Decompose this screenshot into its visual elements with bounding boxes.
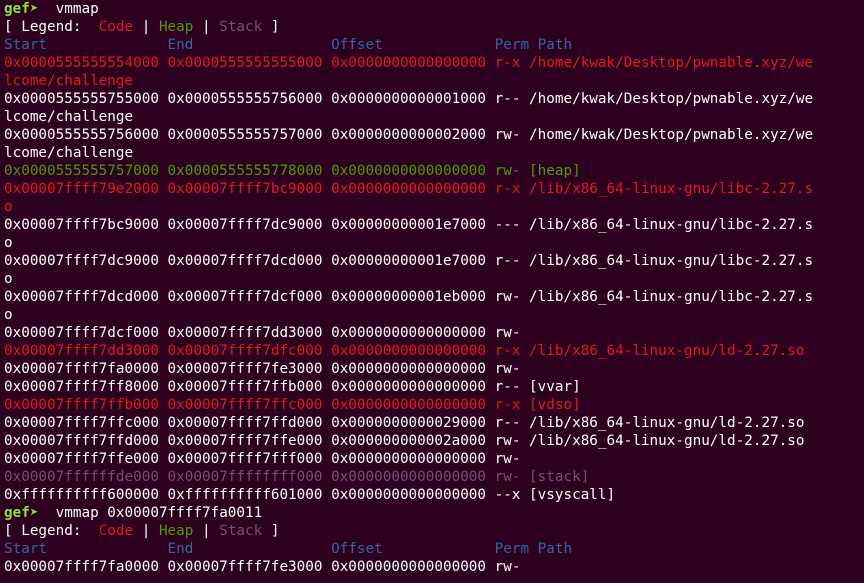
terminal-line: [ Legend: Code | Heap | Stack ] (4, 18, 864, 36)
terminal-text-segment: Heap (158, 523, 194, 539)
terminal-text-segment: gef➤ (4, 505, 56, 521)
terminal-text-segment: 0x00007ffff79e2000 0x00007ffff7bc9000 0x… (4, 181, 814, 197)
terminal-line: gef➤ vmmap (4, 0, 864, 18)
terminal-text-segment: | (193, 19, 220, 35)
terminal-text-segment: 0x0000555555755000 0x0000555555756000 0x… (4, 91, 814, 107)
terminal-line: 0x00007ffff7dd3000 0x00007ffff7dfc000 0x… (4, 342, 864, 360)
terminal-line: 0x00007ffff7dcf000 0x00007ffff7dd3000 0x… (4, 324, 864, 342)
terminal-text-segment: Code (98, 523, 134, 539)
terminal-line: lcome/challenge (4, 144, 864, 162)
terminal-text-segment: Start End Offset Perm Path (4, 541, 573, 557)
terminal-line: 0x00007ffff7ffe000 0x00007ffff7fff000 0x… (4, 450, 864, 468)
terminal-line: 0x00007ffff7ffb000 0x00007ffff7ffc000 0x… (4, 396, 864, 414)
terminal-text-segment: vmmap (55, 1, 99, 17)
terminal-text-segment: 0x00007ffff7ffe000 0x00007ffff7fff000 0x… (4, 451, 521, 467)
terminal-text-segment: 0x0000555555554000 0x0000555555555000 0x… (4, 55, 814, 71)
terminal-text-segment: 0x00007ffff7fa0000 0x00007ffff7fe3000 0x… (4, 361, 521, 377)
terminal-text-segment: o (4, 199, 13, 215)
terminal-text-segment: gef➤ (4, 1, 56, 17)
terminal-line: 0x00007ffff7ffc000 0x00007ffff7ffd000 0x… (4, 414, 864, 432)
terminal-line: 0x00007ffff7ff8000 0x00007ffff7ffb000 0x… (4, 378, 864, 396)
terminal-line: lcome/challenge (4, 72, 864, 90)
terminal-text-segment: Stack (219, 523, 263, 539)
terminal-text-segment: lcome/challenge (4, 145, 134, 161)
terminal-text-segment: Heap (158, 19, 194, 35)
terminal-text-segment: | (193, 523, 220, 539)
terminal-line: gef➤ vmmap 0x00007ffff7fa0011 (4, 504, 864, 522)
terminal-text-segment: 0x00007ffff7dd3000 0x00007ffff7dfc000 0x… (4, 343, 805, 359)
terminal-text-segment: | (133, 19, 159, 35)
terminal-text-segment: 0x00007ffff7ffc000 0x00007ffff7ffd000 0x… (4, 415, 805, 431)
terminal-line: 0x00007ffff79e2000 0x00007ffff7bc9000 0x… (4, 180, 864, 198)
terminal-text-segment: 0x00007ffff7bc9000 0x00007ffff7dc9000 0x… (4, 217, 814, 233)
terminal-line: o (4, 198, 864, 216)
terminal-text-segment: 0x00007ffff7ffb000 0x00007ffff7ffc000 0x… (4, 397, 581, 413)
terminal-line: 0x00007ffff7fa0000 0x00007ffff7fe3000 0x… (4, 360, 864, 378)
terminal-text-segment: 0x00007ffffffde000 0x00007ffffffff000 0x… (4, 469, 590, 485)
terminal-text-segment: 0x0000555555757000 0x0000555555778000 0x… (4, 163, 581, 179)
terminal-text-segment: 0x00007ffff7dc9000 0x00007ffff7dcd000 0x… (4, 253, 814, 269)
terminal-line: lcome/challenge (4, 108, 864, 126)
terminal-text-segment: o (4, 307, 13, 323)
terminal-line: 0x0000555555755000 0x0000555555756000 0x… (4, 90, 864, 108)
terminal-line: 0xffffffffff600000 0xffffffffff601000 0x… (4, 486, 864, 504)
terminal-text-segment: 0xffffffffff600000 0xffffffffff601000 0x… (4, 487, 616, 503)
terminal-text-segment: 0x00007ffff7dcf000 0x00007ffff7dd3000 0x… (4, 325, 521, 341)
terminal-line: 0x0000555555757000 0x0000555555778000 0x… (4, 162, 864, 180)
terminal-text-segment: ] (262, 19, 280, 35)
terminal-line: 0x00007ffff7fa0000 0x00007ffff7fe3000 0x… (4, 558, 864, 576)
terminal-text-segment: ] (262, 523, 280, 539)
terminal-text-segment: 0x00007ffff7fa0000 0x00007ffff7fe3000 0x… (4, 559, 521, 575)
terminal-text-segment: Start End Offset Perm Path (4, 37, 573, 53)
terminal-line: 0x00007ffff7dcd000 0x00007ffff7dcf000 0x… (4, 288, 864, 306)
terminal-text-segment: vmmap 0x00007ffff7fa0011 (55, 505, 263, 521)
terminal-line: o (4, 234, 864, 252)
terminal-text-segment: 0x00007ffff7dcd000 0x00007ffff7dcf000 0x… (4, 289, 814, 305)
terminal-line: o (4, 306, 864, 324)
terminal-output[interactable]: gef➤ vmmap[ Legend: Code | Heap | Stack … (0, 0, 864, 576)
terminal-line: Start End Offset Perm Path (4, 36, 864, 54)
terminal-text-segment: [ Legend: (4, 523, 99, 539)
terminal-text-segment: | (133, 523, 159, 539)
terminal-text-segment: Code (98, 19, 134, 35)
terminal-line: 0x0000555555554000 0x0000555555555000 0x… (4, 54, 864, 72)
terminal-text-segment: 0x00007ffff7ffd000 0x00007ffff7ffe000 0x… (4, 433, 805, 449)
terminal-text-segment: o (4, 271, 13, 287)
terminal-line: 0x00007ffff7dc9000 0x00007ffff7dcd000 0x… (4, 252, 864, 270)
terminal-line: Start End Offset Perm Path (4, 540, 864, 558)
terminal-text-segment: lcome/challenge (4, 109, 134, 125)
terminal-line: 0x00007ffffffde000 0x00007ffffffff000 0x… (4, 468, 864, 486)
terminal-text-segment: Stack (219, 19, 263, 35)
terminal-line: 0x0000555555756000 0x0000555555757000 0x… (4, 126, 864, 144)
terminal-line: 0x00007ffff7bc9000 0x00007ffff7dc9000 0x… (4, 216, 864, 234)
terminal-text-segment: 0x0000555555756000 0x0000555555757000 0x… (4, 127, 814, 143)
terminal-text-segment: [ Legend: (4, 19, 99, 35)
terminal-text-segment: o (4, 235, 13, 251)
terminal-line: 0x00007ffff7ffd000 0x00007ffff7ffe000 0x… (4, 432, 864, 450)
terminal-line: o (4, 270, 864, 288)
terminal-text-segment: 0x00007ffff7ff8000 0x00007ffff7ffb000 0x… (4, 379, 581, 395)
terminal-text-segment: lcome/challenge (4, 73, 134, 89)
terminal-line: [ Legend: Code | Heap | Stack ] (4, 522, 864, 540)
